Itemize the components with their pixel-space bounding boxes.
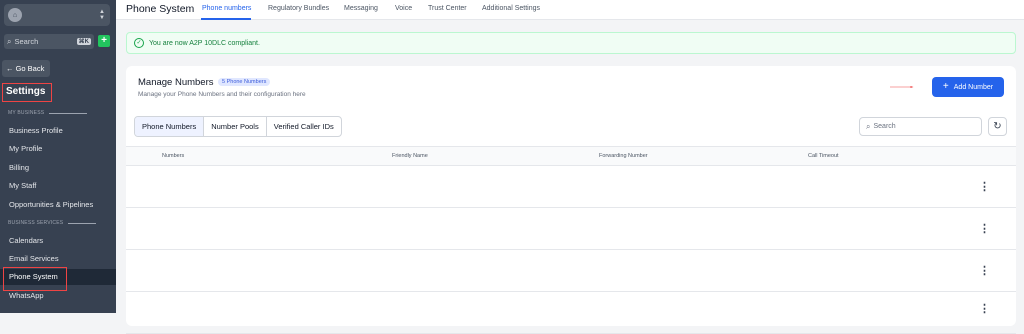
plus-icon: + [942, 81, 949, 92]
shortcut-badge: ⌘K [76, 38, 91, 45]
banner-text: You are now A2P 10DLC compliant. [149, 39, 260, 47]
account-switcher[interactable]: ⌂ ▲ ▼ [4, 4, 110, 26]
tab-trust-center[interactable]: Trust Center [428, 5, 467, 12]
section-label-business-services: BUSINESS SERVICES [8, 220, 97, 226]
sidebar-item-email-services[interactable]: Email Services [0, 251, 116, 267]
count-badge: 5 Phone Numbers [218, 78, 271, 86]
location-icon: ⌂ [8, 8, 22, 22]
tab-messaging[interactable]: Messaging [344, 5, 378, 12]
sidebar-search[interactable]: ⌕ Search ⌘K [4, 34, 94, 49]
annotation-arrow [890, 86, 914, 88]
section-label-my-business: MY BUSINESS [8, 110, 88, 116]
sidebar-item-opportunities-pipelines[interactable]: Opportunities & Pipelines [0, 197, 116, 213]
number-type-segmented: Phone Numbers Number Pools Verified Call… [134, 116, 342, 137]
more-options-icon[interactable]: ⋮ [979, 266, 990, 277]
table-row[interactable]: ⋮ [126, 250, 1016, 292]
chevron-updown-icon: ▲ ▼ [99, 9, 105, 21]
settings-heading: Settings [2, 83, 52, 102]
table-header: Numbers Friendly Name Forwarding Number … [126, 146, 1016, 166]
manage-numbers-subtitle: Manage your Phone Numbers and their conf… [138, 91, 306, 98]
column-forwarding-number: Forwarding Number [599, 153, 648, 159]
table-row[interactable]: ⋮ [126, 208, 1016, 250]
segment-verified-caller-ids[interactable]: Verified Caller IDs [267, 117, 341, 136]
column-friendly-name: Friendly Name [392, 153, 428, 159]
active-tab-indicator [201, 18, 251, 20]
numbers-search-input[interactable]: ⌕ Search [859, 117, 982, 136]
quick-add-button[interactable]: + [98, 35, 110, 47]
segment-number-pools[interactable]: Number Pools [204, 117, 267, 136]
sidebar: ⌂ ▲ ▼ ⌕ Search ⌘K + ← Go Back Settings MY… [0, 0, 116, 313]
more-options-icon[interactable]: ⋮ [979, 182, 990, 193]
more-options-icon[interactable]: ⋮ [979, 224, 990, 235]
tab-phone-numbers[interactable]: Phone numbers [202, 5, 251, 12]
sidebar-item-calendars[interactable]: Calendars [0, 233, 116, 249]
column-numbers: Numbers [162, 153, 185, 159]
go-back-button[interactable]: ← Go Back [2, 60, 50, 77]
page-title: Phone System [126, 3, 195, 15]
sidebar-item-my-profile[interactable]: My Profile [0, 141, 116, 157]
search-icon: ⌕ [7, 36, 12, 46]
column-call-timeout: Call Timeout [808, 153, 839, 159]
phone-system-highlight [3, 267, 67, 291]
sidebar-item-business-profile[interactable]: Business Profile [0, 123, 116, 139]
search-icon: ⌕ [866, 121, 871, 131]
add-number-button[interactable]: + Add Number [932, 77, 1004, 97]
manage-numbers-title: Manage Numbers [138, 77, 214, 88]
numbers-search-placeholder: Search [873, 123, 896, 130]
sidebar-item-my-staff[interactable]: My Staff [0, 178, 116, 194]
table-row[interactable]: ⋮ [126, 166, 1016, 208]
manage-numbers-card: Manage Numbers 5 Phone Numbers Manage yo… [126, 66, 1016, 334]
table-row[interactable]: ⋮ [126, 292, 1016, 334]
add-number-label: Add Number [953, 84, 994, 91]
top-bar: Phone System Phone numbers Regulatory Bu… [116, 0, 1024, 20]
compliance-banner: ✓ You are now A2P 10DLC compliant. [126, 32, 1016, 54]
sidebar-search-placeholder: Search [14, 37, 39, 46]
tab-voice[interactable]: Voice [395, 5, 412, 12]
check-circle-icon: ✓ [134, 38, 144, 48]
tab-additional-settings[interactable]: Additional Settings [482, 5, 540, 12]
segment-phone-numbers[interactable]: Phone Numbers [135, 117, 205, 136]
refresh-icon[interactable]: ↻ [988, 117, 1007, 136]
tab-regulatory-bundles[interactable]: Regulatory Bundles [268, 5, 329, 12]
sidebar-item-billing[interactable]: Billing [0, 160, 116, 176]
